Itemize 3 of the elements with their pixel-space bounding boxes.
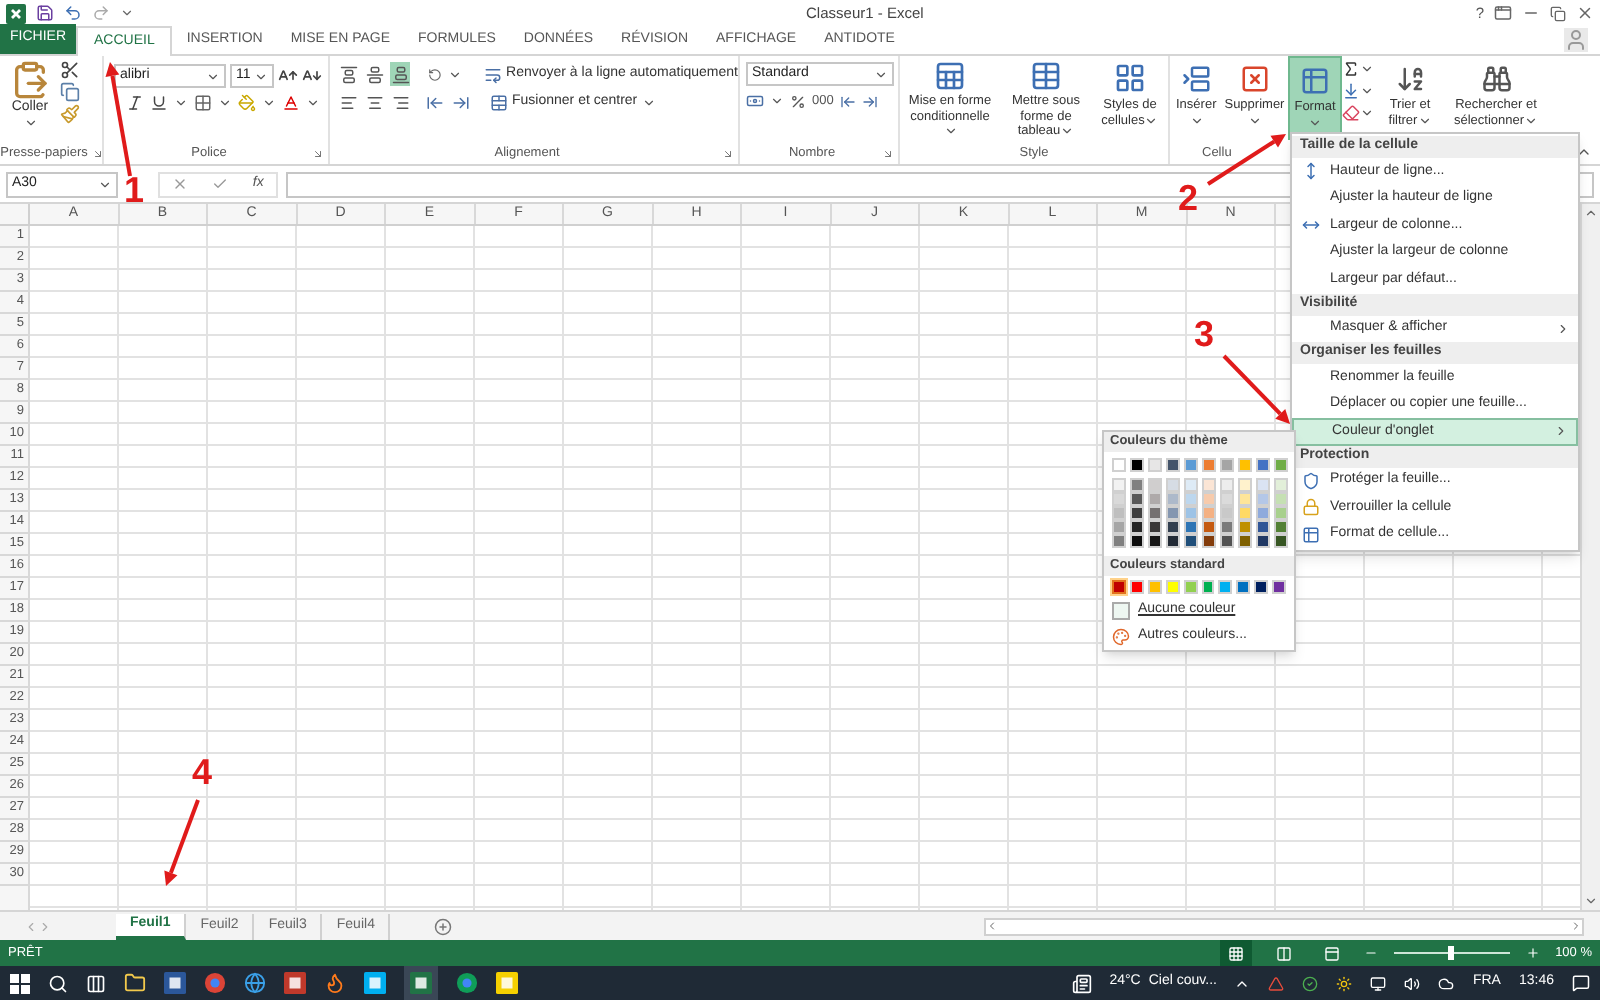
annotation-number: 4 — [192, 754, 213, 790]
annotation-number: 1 — [124, 172, 145, 208]
annotation-number: 3 — [1194, 316, 1215, 352]
